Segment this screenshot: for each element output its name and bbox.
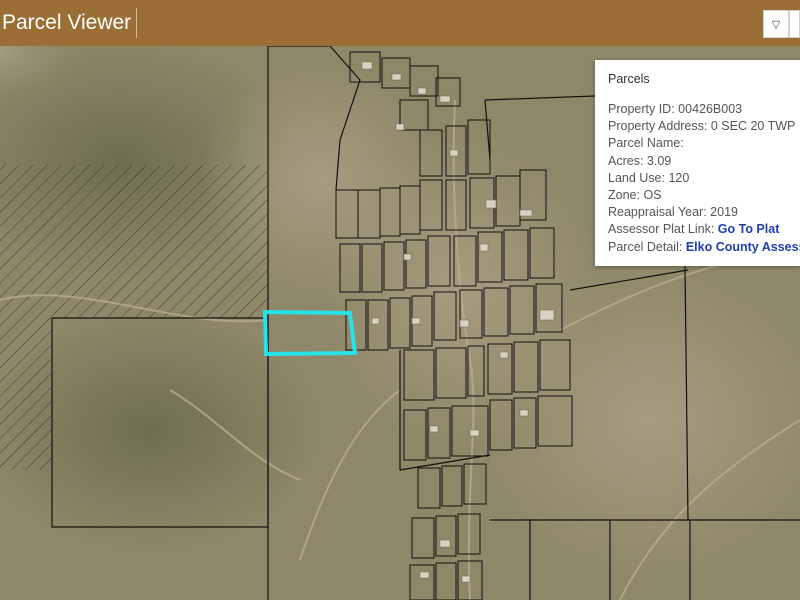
title-divider: [136, 8, 137, 38]
field-property-address: Property Address: 0 SEC 20 TWP: [608, 118, 800, 135]
go-to-plat-link[interactable]: Go To Plat: [718, 222, 780, 236]
field-label: Zone:: [608, 188, 640, 203]
app-title: Parcel Viewer: [2, 11, 132, 34]
field-label: Property ID:: [608, 102, 675, 116]
field-value: 2019: [710, 205, 738, 220]
field-label: Assessor Plat Link:: [608, 222, 715, 237]
map-view[interactable]: Parcels Property ID: 00426B003 Property …: [0, 46, 800, 600]
field-assessor-plat-link: Assessor Plat Link: Go To Plat: [608, 221, 800, 238]
field-value: 120: [668, 170, 690, 185]
field-reappraisal-year: Reappraisal Year: 2019: [608, 204, 800, 221]
field-acres: Acres: 3.09: [608, 153, 800, 170]
chevron-down-icon: ▽: [771, 18, 781, 31]
dropdown-button[interactable]: ▽: [763, 10, 789, 38]
field-property-id: Property ID: 00426B003: [608, 101, 800, 118]
field-parcel-name: Parcel Name:: [608, 135, 800, 152]
field-label: Acres:: [608, 153, 644, 168]
field-label: Parcel Name:: [608, 136, 684, 151]
field-label: Reappraisal Year:: [608, 205, 707, 220]
field-value: 3.09: [646, 153, 672, 168]
popup-title: Parcels: [608, 72, 650, 86]
field-parcel-detail: Parcel Detail: Elko County Assess: [608, 239, 800, 256]
field-value: 00426B003: [678, 102, 743, 116]
field-zone: Zone: OS: [608, 187, 800, 204]
field-label: Parcel Detail:: [608, 239, 683, 254]
header-menu-button[interactable]: [789, 10, 800, 38]
parcel-popup: Parcels Property ID: 00426B003 Property …: [595, 60, 800, 266]
app-header: Parcel Viewer ▽: [0, 0, 800, 46]
field-land-use: Land Use: 120: [608, 170, 800, 187]
field-value: 0 SEC 20 TWP: [710, 119, 796, 134]
field-label: Property Address:: [608, 119, 708, 134]
county-assessor-link[interactable]: Elko County Assess: [686, 240, 800, 254]
field-value: OS: [643, 188, 662, 203]
field-label: Land Use:: [608, 170, 665, 185]
